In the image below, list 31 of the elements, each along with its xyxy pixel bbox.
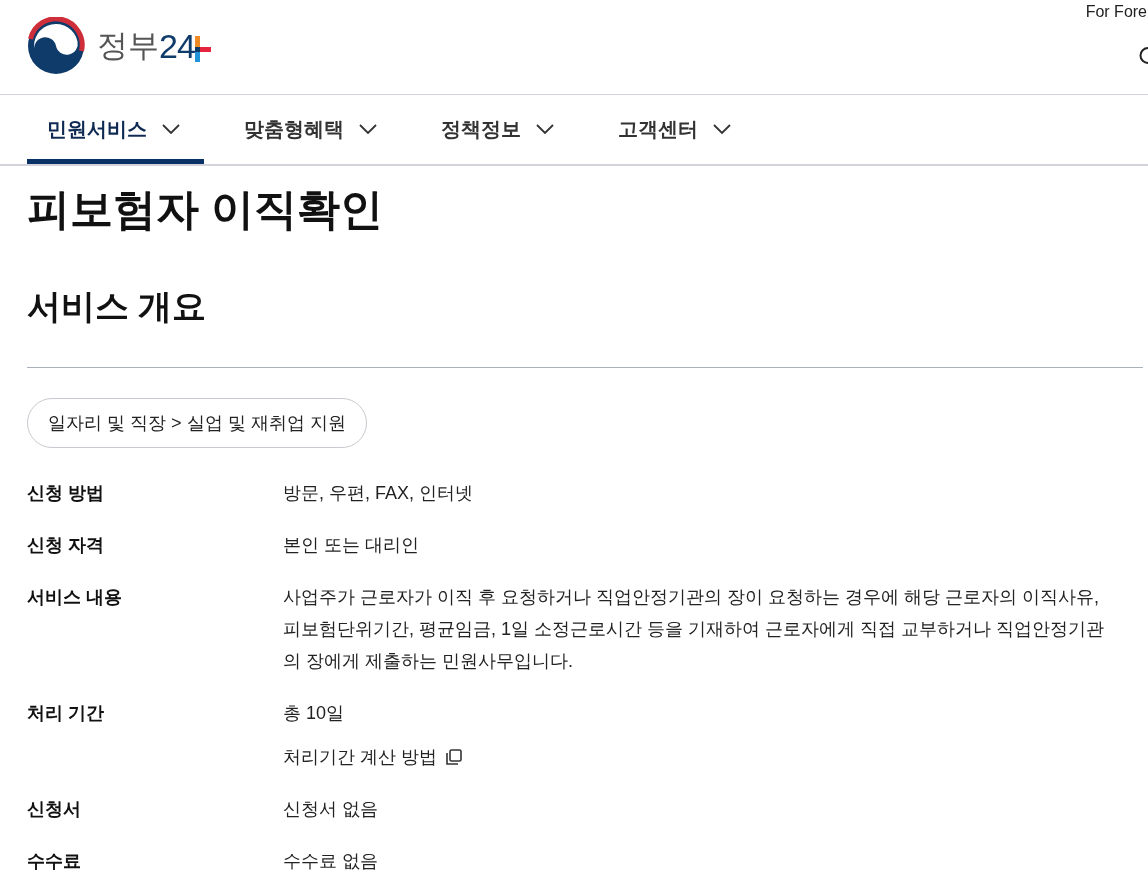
chevron-down-icon [359, 124, 377, 134]
detail-value: 본인 또는 대리인 [283, 534, 420, 557]
detail-value: 총 10일 [283, 702, 346, 725]
logo-text: 정부 [97, 27, 159, 65]
emblem-logo-icon [27, 17, 85, 75]
nav-tab[interactable]: 맞춤형혜택 [224, 95, 401, 164]
detail-label: 신청서 [27, 799, 81, 819]
chevron-down-icon [536, 124, 554, 134]
nav-tab[interactable]: 정책정보 [421, 95, 578, 164]
search-icon[interactable] [1138, 46, 1148, 65]
detail-value: 수수료 없음 [283, 850, 379, 873]
detail-label: 서비스 내용 [27, 587, 122, 607]
detail-value: 방문, 우편, FAX, 인터넷 [283, 482, 475, 505]
language-link[interactable]: For Fore [1085, 2, 1147, 22]
copy-icon [445, 748, 462, 766]
detail-value: 사업주가 근로자가 이직 후 요청하거나 직업안정기관의 장이 요청하는 경우에 해당 근로자의 이직사유, 피보험단위기간, 평균임금, 1일 소정근로시간 등을 기재하여 근로자에게 직접 교부하거나 직업안정기관의 장에게 제출하는 민원사무입니다. [283, 586, 1106, 673]
chevron-down-icon [713, 124, 731, 134]
plus-logo-icon [194, 36, 211, 62]
detail-link[interactable]: 처리기간 계산 방법 [283, 741, 462, 773]
category-path: 일자리 및 직장 > 실업 및 재취업 지원 [27, 398, 367, 448]
section-title: 서비스 개요 [27, 286, 208, 327]
chevron-down-icon [162, 124, 180, 134]
detail-label: 신청 자격 [27, 535, 104, 555]
nav-tab[interactable]: 민원서비스 [27, 95, 204, 164]
detail-label: 신청 방법 [27, 483, 104, 503]
detail-label: 수수료 [27, 851, 81, 871]
detail-label: 처리 기간 [27, 703, 104, 723]
logo-number: 24 [159, 26, 195, 66]
page-title: 피보험자 이직확인 [27, 184, 384, 235]
detail-value: 신청서 없음 [283, 798, 379, 821]
nav-tab[interactable]: 고객센터 [598, 95, 755, 164]
